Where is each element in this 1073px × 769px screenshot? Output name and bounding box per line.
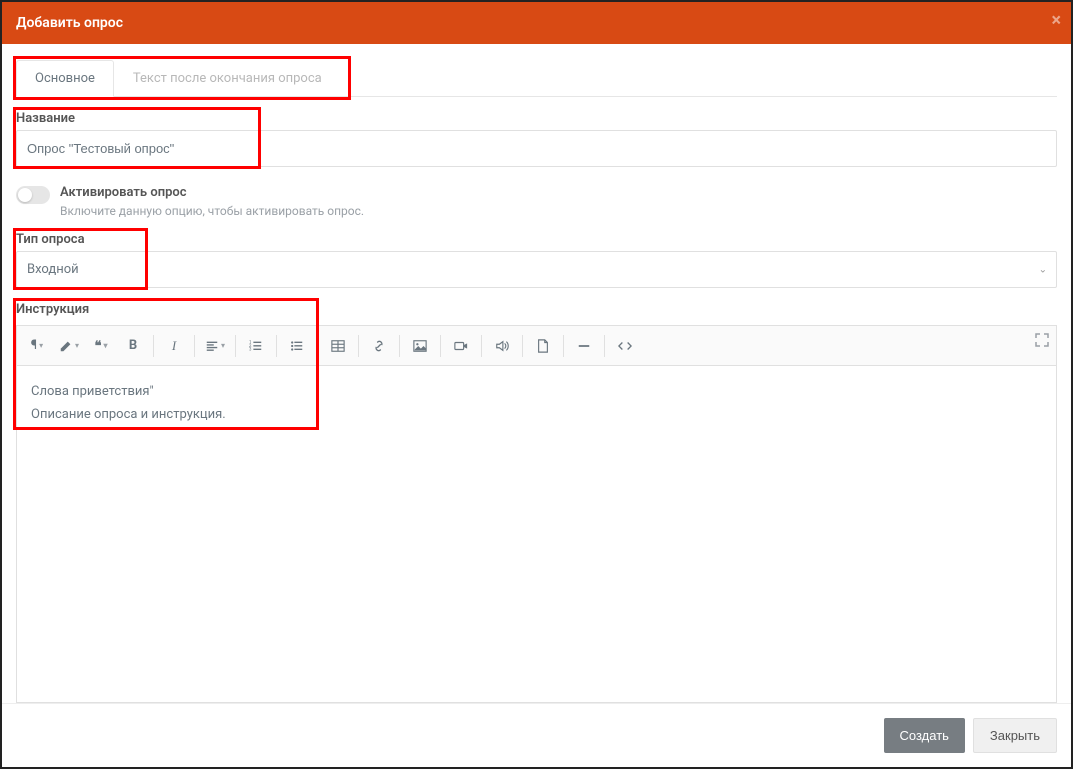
pencil-icon[interactable]: ▾ — [53, 332, 85, 360]
audio-icon[interactable] — [486, 332, 518, 360]
file-icon[interactable] — [527, 332, 559, 360]
type-label: Тип опроса — [16, 232, 1057, 247]
expand-icon[interactable] — [1034, 332, 1050, 352]
modal-body: Основное Текст после окончания опроса На… — [2, 44, 1071, 703]
code-icon[interactable] — [609, 332, 641, 360]
modal-header: Добавить опрос × — [2, 2, 1071, 44]
tab-after-text[interactable]: Текст после окончания опроса — [114, 60, 341, 97]
activate-label: Активировать опрос — [60, 185, 364, 200]
svg-text:3: 3 — [249, 347, 252, 352]
activate-row: Активировать опрос Включите данную опцию… — [16, 185, 1057, 218]
close-icon[interactable]: × — [1051, 10, 1061, 31]
close-button[interactable]: Закрыть — [973, 718, 1057, 753]
activate-hint: Включите данную опцию, чтобы активироват… — [60, 204, 364, 218]
editor-line-2: Описание опроса и инструкция. — [31, 407, 1042, 422]
paragraph-icon[interactable]: ¶▾ — [21, 332, 53, 360]
create-button[interactable]: Создать — [884, 718, 965, 753]
video-icon[interactable] — [445, 332, 477, 360]
tabs: Основное Текст после окончания опроса — [16, 60, 1057, 97]
unordered-list-icon[interactable] — [281, 332, 313, 360]
instruction-label: Инструкция — [16, 302, 1057, 317]
instruction-section: Инструкция ¶▾ ▾ ❝▾ B I ▾ — [16, 302, 1057, 703]
hr-icon[interactable] — [568, 332, 600, 360]
align-icon[interactable]: ▾ — [199, 332, 231, 360]
editor-toolbar: ¶▾ ▾ ❝▾ B I ▾ 123 — [17, 326, 1056, 366]
add-poll-modal: Добавить опрос × Основное Текст после ок… — [0, 0, 1073, 769]
modal-footer: Создать Закрыть — [2, 703, 1071, 767]
bold-icon[interactable]: B — [117, 332, 149, 360]
type-section: Тип опроса Входной ⌄ — [16, 232, 1057, 288]
rich-text-editor: ¶▾ ▾ ❝▾ B I ▾ 123 — [16, 325, 1057, 703]
editor-line-1: Слова приветствия" — [31, 384, 1042, 399]
toggle-knob — [18, 188, 32, 202]
quote-icon[interactable]: ❝▾ — [85, 332, 117, 360]
modal-title: Добавить опрос — [16, 15, 123, 31]
tab-main[interactable]: Основное — [16, 60, 114, 97]
type-select[interactable]: Входной — [16, 251, 1057, 288]
name-label: Название — [16, 111, 1057, 126]
chevron-down-icon: ⌄ — [1039, 264, 1047, 275]
ordered-list-icon[interactable]: 123 — [240, 332, 272, 360]
name-input[interactable] — [16, 130, 1057, 167]
activate-toggle[interactable] — [16, 186, 50, 204]
table-icon[interactable] — [322, 332, 354, 360]
name-section: Название — [16, 111, 1057, 167]
image-icon[interactable] — [404, 332, 436, 360]
link-icon[interactable] — [363, 332, 395, 360]
italic-icon[interactable]: I — [158, 332, 190, 360]
editor-content[interactable]: Слова приветствия" Описание опроса и инс… — [17, 366, 1056, 702]
